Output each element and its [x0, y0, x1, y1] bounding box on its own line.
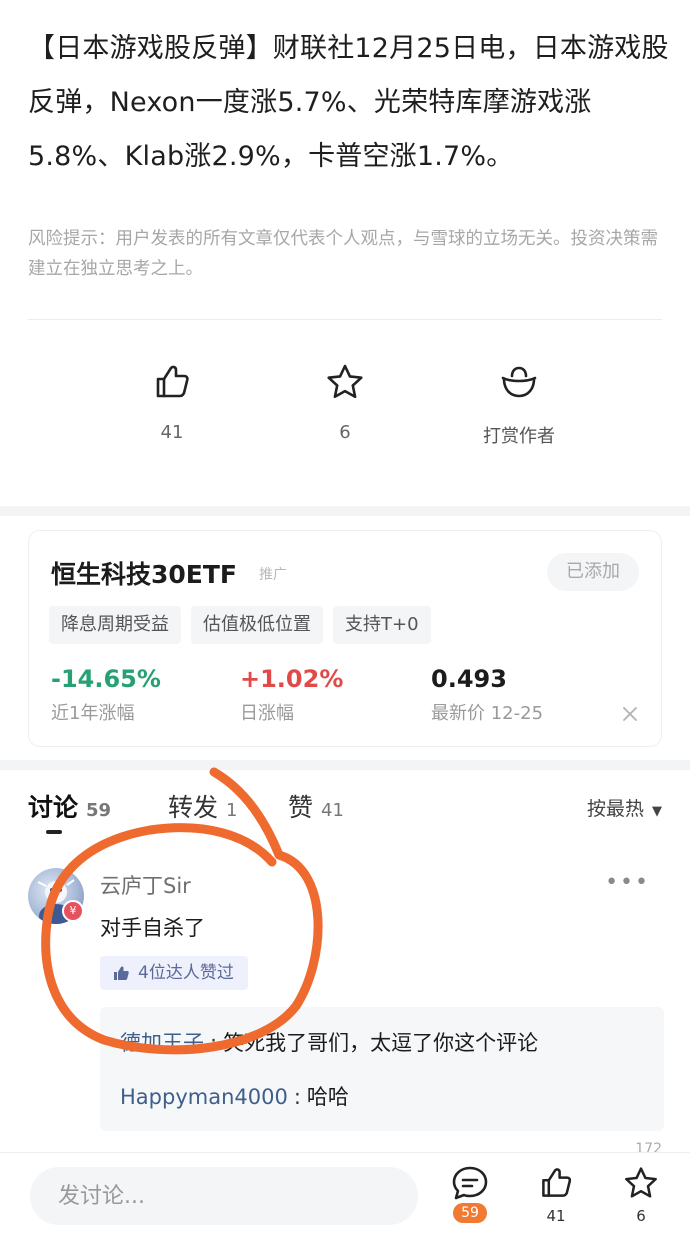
reply-text: 笑死我了哥们，太逗了你这个评论 — [223, 1031, 539, 1055]
etf-stat-daily: +1.02% 日涨幅 — [240, 665, 343, 725]
etf-tag: 支持T+0 — [333, 606, 431, 644]
etf-tag: 估值极低位置 — [191, 606, 323, 644]
tab-reposts[interactable]: 转发 1 — [168, 788, 237, 824]
added-button[interactable]: 已添加 — [547, 553, 639, 591]
tab-discussion[interactable]: 讨论 59 — [28, 788, 111, 824]
reply-list[interactable]: 德加王子: 笑死我了哥们，太逗了你这个评论 Happyman4000: 哈哈 — [100, 1007, 664, 1131]
reply-username[interactable]: 德加王子 — [120, 1031, 204, 1055]
etf-tag: 降息周期受益 — [49, 606, 181, 644]
tab-likes[interactable]: 赞 41 — [288, 788, 344, 824]
thumbs-up-icon — [114, 966, 129, 980]
bottom-bar: 59 41 6 — [0, 1152, 690, 1239]
article-body: 【日本游戏股反弹】财联社12月25日电，日本游戏股反弹，Nexon一度涨5.7%… — [28, 22, 673, 184]
etf-stat-1y: -14.65% 近1年涨幅 — [51, 665, 161, 725]
close-icon[interactable] — [621, 705, 639, 723]
section-separator — [0, 760, 690, 770]
ingot-icon — [501, 366, 537, 398]
comment-username[interactable]: 云庐丁Sir — [100, 870, 191, 900]
reward-author-button[interactable]: 打赏作者 — [444, 362, 594, 448]
reply-username[interactable]: Happyman4000 — [120, 1085, 288, 1109]
reply-item[interactable]: 德加王子: 笑死我了哥们，太逗了你这个评论 — [120, 1027, 538, 1057]
thumbs-up-icon — [156, 365, 189, 398]
more-options-icon[interactable]: ••• — [605, 870, 650, 895]
stat-label: 近1年涨幅 — [51, 703, 135, 724]
promo-tag: 推广 — [259, 567, 287, 583]
like-button-bottom[interactable]: 41 — [526, 1165, 586, 1225]
favorite-count: 6 — [339, 422, 351, 443]
section-separator — [0, 506, 690, 516]
active-tab-indicator — [46, 830, 62, 834]
comments-button[interactable]: 59 — [440, 1165, 500, 1223]
tab-label: 赞 — [288, 793, 314, 822]
expert-likes-badge[interactable]: 4位达人赞过 — [100, 956, 248, 990]
tab-count: 1 — [226, 800, 238, 821]
comment-bubble-icon — [452, 1166, 488, 1200]
etf-promo-card[interactable]: 恒生科技30ETF 推广 已添加 降息周期受益 估值极低位置 支持T+0 -14… — [28, 530, 662, 747]
thumbs-up-icon — [542, 1168, 572, 1197]
etf-name[interactable]: 恒生科技30ETF — [51, 555, 237, 591]
stat-value: 0.493 — [431, 665, 507, 693]
comment-text: 对手自杀了 — [100, 916, 205, 940]
reply-text: 哈哈 — [306, 1085, 349, 1109]
like-button[interactable]: 41 — [97, 362, 247, 443]
divider — [28, 319, 662, 320]
like-count: 41 — [160, 422, 184, 443]
discussion-tabs: 讨论 59 转发 1 赞 41 按最热 ▼ — [28, 788, 668, 838]
stat-label: 日涨幅 — [240, 703, 294, 724]
article-text: 【日本游戏股反弹】财联社12月25日电，日本游戏股反弹，Nexon一度涨5.7%… — [28, 33, 669, 172]
favorite-count-bottom: 6 — [636, 1207, 646, 1225]
reward-label: 打赏作者 — [483, 426, 555, 447]
tab-count: 41 — [321, 800, 344, 821]
favorite-button-bottom[interactable]: 6 — [611, 1165, 671, 1225]
risk-notice: 风险提示：用户发表的所有文章仅代表个人观点，与雪球的立场无关。投资决策需建立在独… — [28, 229, 658, 279]
tab-label: 转发 — [168, 793, 219, 822]
expert-likes-label: 4位达人赞过 — [138, 963, 234, 983]
star-icon — [625, 1167, 657, 1198]
verified-badge-icon: ¥ — [62, 900, 84, 922]
comment-count-badge: 59 — [453, 1203, 487, 1223]
sort-dropdown[interactable]: 按最热 ▼ — [587, 794, 662, 821]
reply-item[interactable]: Happyman4000: 哈哈 — [120, 1081, 349, 1111]
stat-label: 最新价 12-25 — [431, 703, 544, 724]
article-actions: 41 6 打赏作者 — [0, 362, 690, 462]
tab-count: 59 — [86, 800, 112, 821]
tab-label: 讨论 — [28, 793, 79, 822]
sort-label: 按最热 — [586, 798, 644, 820]
stat-value: -14.65% — [51, 665, 161, 693]
caret-down-icon: ▼ — [652, 804, 662, 819]
comment-input[interactable] — [30, 1167, 418, 1225]
etf-stat-price: 0.493 最新价 12-25 — [431, 665, 543, 725]
etf-tags: 降息周期受益 估值极低位置 支持T+0 — [49, 606, 431, 644]
star-icon — [327, 364, 363, 399]
like-count-bottom: 41 — [546, 1207, 566, 1225]
stat-value: +1.02% — [240, 665, 344, 693]
favorite-button[interactable]: 6 — [270, 362, 420, 443]
